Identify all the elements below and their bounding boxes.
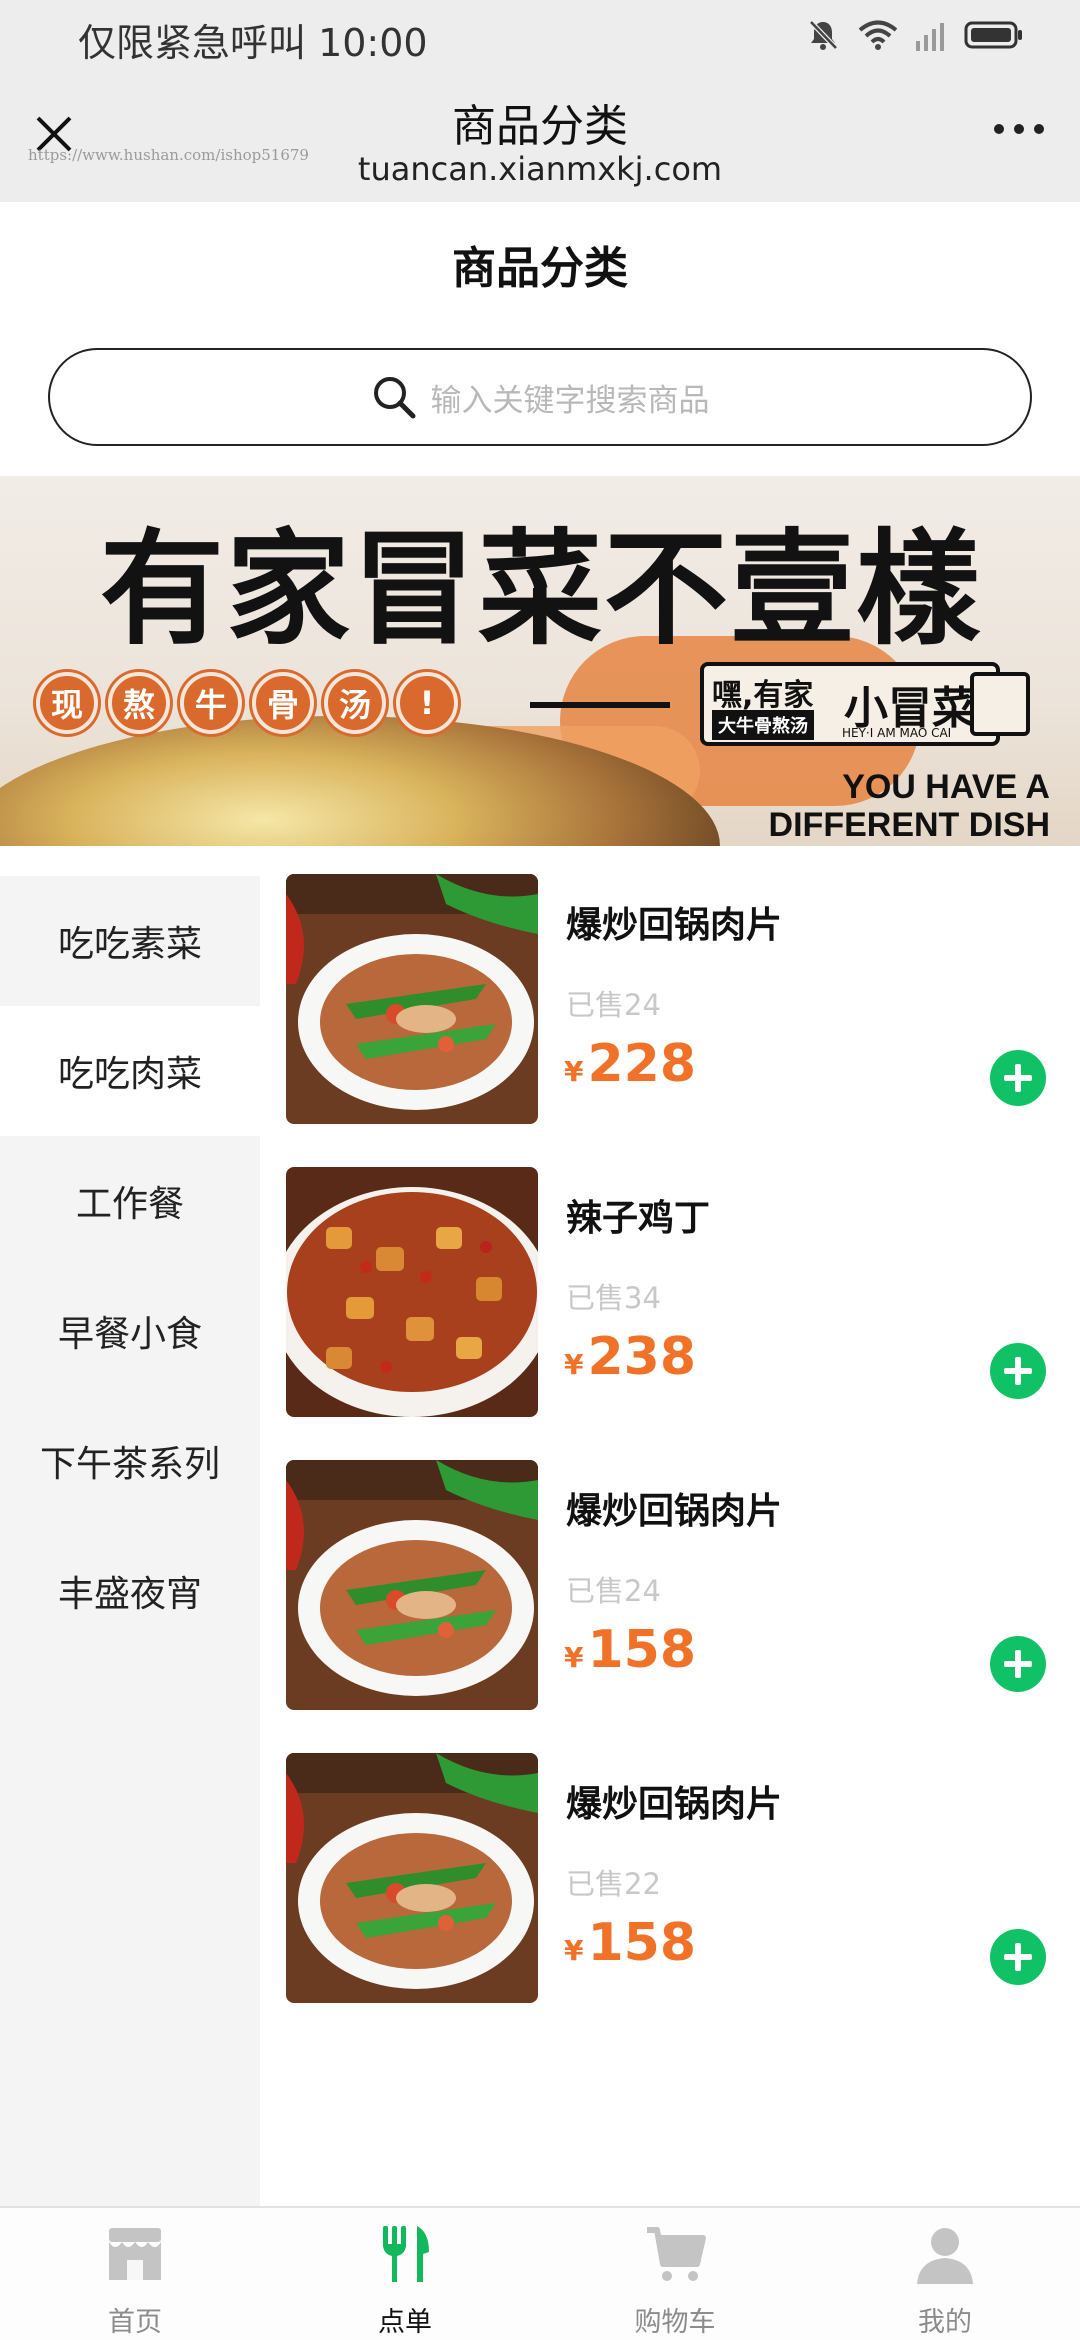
product-card[interactable]: 爆炒回锅肉片 已售24 ¥228 <box>286 874 1046 1126</box>
tab-label: 点单 <box>378 2307 432 2338</box>
fork-knife-icon <box>383 2226 429 2282</box>
status-bar: 仅限紧急呼叫 10:00 <box>0 0 1080 72</box>
spicy-chicken-photo[interactable] <box>286 1167 538 1417</box>
price-amount: 238 <box>587 1327 697 1387</box>
category-item[interactable]: 工作餐 <box>0 1136 260 1266</box>
banner-badge: ! <box>396 672 458 734</box>
nav-title: 商品分类 <box>452 101 628 152</box>
banner-badge: 现 <box>36 672 98 734</box>
signal-icon <box>916 23 944 51</box>
shop-icon <box>109 2228 161 2280</box>
product-sold-count: 已售24 <box>566 988 661 1022</box>
tab-cart[interactable]: 购物车 <box>540 2208 810 2340</box>
tab-profile[interactable]: 我的 <box>810 2208 1080 2340</box>
battery-icon <box>964 21 1022 49</box>
nav-url: tuancan.xianmxkj.com <box>357 150 723 188</box>
product-price: ¥158 <box>564 1913 696 1973</box>
banner-slogan-line1: YOU HAVE A <box>842 768 1050 806</box>
price-amount: 158 <box>587 1620 697 1680</box>
brand-sub: 大牛骨熬汤 <box>712 710 814 740</box>
product-name: 爆炒回锅肉片 <box>566 1491 783 1532</box>
category-item[interactable]: 下午茶系列 <box>0 1396 260 1526</box>
tab-order[interactable]: 点单 <box>270 2208 540 2340</box>
banner-badge: 牛 <box>180 672 242 734</box>
product-price: ¥228 <box>564 1034 696 1094</box>
banner-badge: 骨 <box>252 672 314 734</box>
product-card[interactable]: 爆炒回锅肉片 已售22 ¥158 <box>286 1753 1046 2005</box>
search-input[interactable]: 输入关键字搜索商品 <box>48 348 1032 446</box>
tab-label: 首页 <box>108 2307 162 2338</box>
brand-main: 嘿,有家 <box>712 678 814 713</box>
banner-badge: 汤 <box>324 672 386 734</box>
search-placeholder: 输入关键字搜索商品 <box>430 382 710 419</box>
banner-headline: 有家冒菜不壹樣 <box>99 517 982 662</box>
category-item[interactable]: 丰盛夜宵 <box>0 1526 260 1656</box>
product-sold-count: 已售24 <box>566 1574 661 1608</box>
search-icon <box>373 377 415 419</box>
status-text: 仅限紧急呼叫 10:00 <box>78 21 428 65</box>
user-icon <box>917 2228 973 2284</box>
product-name: 辣子鸡丁 <box>566 1198 711 1239</box>
brand-tiny: HEY·I AM MAO CAI <box>842 726 952 740</box>
more-options-icon[interactable] <box>994 124 1044 134</box>
product-card[interactable]: 辣子鸡丁 已售34 ¥238 <box>286 1167 1046 1419</box>
price-amount: 228 <box>587 1034 697 1094</box>
product-name: 爆炒回锅肉片 <box>566 1784 783 1825</box>
category-item[interactable]: 早餐小食 <box>0 1266 260 1396</box>
nav-bar: https://www.hushan.com/ishop51679 商品分类 t… <box>0 72 1080 202</box>
add-to-cart-button[interactable] <box>990 1050 1046 1106</box>
banner-divider <box>530 702 670 708</box>
product-sold-count: 已售34 <box>566 1281 661 1315</box>
add-to-cart-button[interactable] <box>990 1636 1046 1692</box>
price-amount: 158 <box>587 1913 697 1973</box>
product-price: ¥158 <box>564 1620 696 1680</box>
banner-slogan-line2: DIFFERENT DISH <box>768 806 1050 844</box>
promo-banner[interactable]: 有家冒菜不壹樣 现 熬 牛 骨 汤 ! 嘿,有家 大牛骨熬汤 小冒菜 HEY·I… <box>0 476 1080 846</box>
product-card[interactable]: 爆炒回锅肉片 已售24 ¥158 <box>286 1460 1046 1712</box>
status-icons <box>806 18 1024 52</box>
tab-label: 我的 <box>918 2307 972 2338</box>
brand-logo-box: 嘿,有家 大牛骨熬汤 小冒菜 HEY·I AM MAO CAI <box>700 662 1000 746</box>
wifi-icon <box>858 20 898 50</box>
tab-label: 购物车 <box>634 2307 716 2338</box>
currency-symbol: ¥ <box>564 1934 584 1967</box>
product-sold-count: 已售22 <box>566 1867 661 1901</box>
stir-fried-pork-photo[interactable] <box>286 1753 538 2003</box>
add-to-cart-button[interactable] <box>990 1929 1046 1985</box>
currency-symbol: ¥ <box>564 1348 584 1381</box>
banner-badge: 熬 <box>108 672 170 734</box>
bottom-tab-bar: 首页 点单 购物车 我的 <box>0 2206 1080 2340</box>
brand-logo-icon <box>970 672 1030 736</box>
stir-fried-pork-photo[interactable] <box>286 874 538 1124</box>
currency-symbol: ¥ <box>564 1055 584 1088</box>
page-title: 商品分类 <box>452 243 628 294</box>
cart-icon <box>647 2227 706 2281</box>
product-name: 爆炒回锅肉片 <box>566 905 783 946</box>
currency-symbol: ¥ <box>564 1641 584 1674</box>
tab-home[interactable]: 首页 <box>0 2208 270 2340</box>
category-item[interactable]: 吃吃素菜 <box>0 876 260 1006</box>
banner-badges: 现 熬 牛 骨 汤 ! <box>36 672 458 734</box>
add-to-cart-button[interactable] <box>990 1343 1046 1399</box>
stir-fried-pork-photo[interactable] <box>286 1460 538 1710</box>
bell-muted-icon <box>809 20 838 50</box>
category-item-active[interactable]: 吃吃肉菜 <box>0 1006 260 1136</box>
product-price: ¥238 <box>564 1327 696 1387</box>
category-sidebar: 吃吃素菜 吃吃肉菜 工作餐 早餐小食 下午茶系列 丰盛夜宵 <box>0 876 260 2206</box>
